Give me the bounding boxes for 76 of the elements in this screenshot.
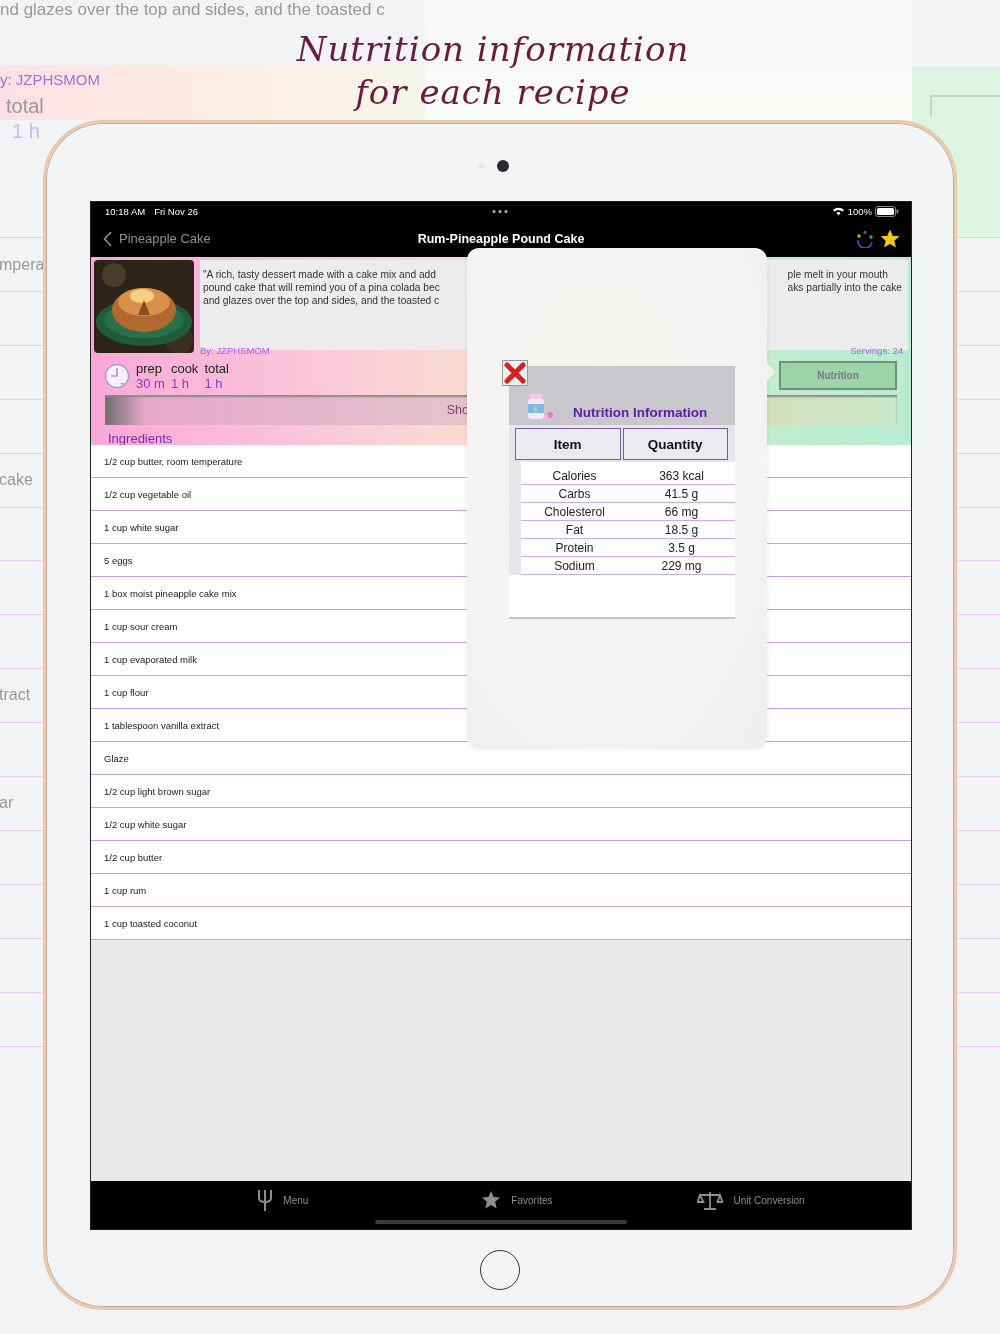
- description-text: ple melt in your mouth: [787, 268, 889, 281]
- wifi-icon: [831, 206, 845, 216]
- back-button[interactable]: Pineapple Cake: [103, 230, 211, 247]
- servings-text: Servings: 24: [850, 345, 903, 358]
- description-text: pound cake that will remind you of a pina colada bec: [203, 281, 440, 294]
- headline-text: for each recipe: [355, 71, 631, 114]
- table-cell-text: 18.5 g: [663, 522, 700, 537]
- close-icon[interactable]: [502, 360, 528, 386]
- tab-item[interactable]: Favorites: [481, 1181, 553, 1219]
- section-heading: Ingredients: [108, 431, 173, 446]
- bottle-icon: [525, 393, 555, 421]
- ingredient-text: 1/2 cup butter: [104, 851, 163, 863]
- ingredient-text: 1/2 cup light brown sugar: [104, 785, 211, 797]
- background-text: 1 h: [12, 120, 40, 143]
- navigation-title: Rum-Pineapple Pound Cake: [416, 232, 586, 246]
- ingredient-text: 1 cup rum: [104, 884, 147, 896]
- ingredient-text: 1 cup sour cream: [104, 620, 178, 632]
- star-icon: [481, 1190, 502, 1210]
- dots-ring-icon: [855, 229, 875, 248]
- popover-arrow: [767, 363, 775, 381]
- ingredient-text: 5 eggs: [104, 554, 133, 566]
- clock-icon: [104, 363, 130, 389]
- ingredient-text: 1 cup flour: [104, 686, 149, 698]
- time-label: prep: [136, 361, 164, 376]
- star-icon[interactable]: [881, 229, 899, 248]
- ingredient-text: 1 box moist pineapple cake mix: [104, 587, 237, 599]
- ingredient-text: 1 tablespoon vanilla extract: [104, 719, 220, 731]
- column-header: Item: [515, 428, 621, 460]
- ingredient-text: 1 cup evaporated milk: [104, 653, 197, 665]
- tab-item[interactable]: Unit Conversion: [697, 1181, 805, 1219]
- time-label: total: [204, 361, 229, 376]
- ingredient-text: Glaze: [104, 752, 129, 764]
- ingredient-text: 1/2 cup white sugar: [104, 818, 187, 830]
- table-cell-text: Carbs: [557, 486, 592, 501]
- card-title: Nutrition Information: [573, 405, 708, 420]
- table-cell-text: 363 kcal: [658, 468, 705, 483]
- tab-item[interactable]: Menu: [257, 1181, 309, 1219]
- table-cell-text: 41.5 g: [663, 486, 700, 501]
- time-value: 30 m: [136, 376, 165, 391]
- background-text: ar: [0, 794, 14, 812]
- headline-text: Nutrition information: [296, 28, 690, 71]
- ingredient-text: 1 cup white sugar: [104, 521, 179, 533]
- table-cell-text: Sodium: [553, 558, 596, 573]
- camera-dot: [497, 160, 509, 172]
- table-cell-text: 66 mg: [663, 504, 700, 519]
- table-cell-text: 229 mg: [660, 558, 703, 573]
- background-text: total: [6, 95, 44, 118]
- status-date: Fri Nov 26: [154, 205, 198, 217]
- description-text: and glazes over the top and sides, and the toasted c: [203, 294, 440, 307]
- description-text: "A rich, tasty dessert made with a cake mix and add: [203, 268, 437, 281]
- table-cell-text: Cholesterol: [543, 504, 606, 519]
- battery-icon: [875, 205, 899, 217]
- back-chevron-icon: [103, 230, 112, 247]
- background-text: y: JZPHSMOM: [0, 71, 100, 88]
- background-text: nd glazes over the top and sides, and the toasted c: [0, 0, 385, 20]
- fork-icon: [257, 1188, 274, 1212]
- table-cell-text: Fat: [564, 522, 585, 537]
- table-cell-text: Calories: [551, 468, 598, 483]
- author-text: By: JZPHSMOM: [200, 345, 270, 358]
- battery-percent: 100%: [847, 205, 872, 217]
- time-value: 1 h: [170, 376, 190, 391]
- ingredient-text: 1/2 cup butter, room temperature: [104, 455, 243, 467]
- time-label: cook: [170, 361, 199, 376]
- more-dots-icon: [491, 209, 509, 214]
- status-time: 10:18 AM: [105, 205, 146, 217]
- scale-icon: [697, 1189, 724, 1211]
- time-value: 1 h: [204, 376, 224, 391]
- background-text: tract: [0, 686, 31, 705]
- background-text: cake: [0, 471, 33, 490]
- table-cell-text: Protein: [554, 540, 595, 555]
- column-header: Quantity: [622, 428, 728, 460]
- table-cell-text: 3.5 g: [667, 540, 696, 555]
- ingredient-text: 1 cup toasted coconut: [104, 917, 197, 929]
- description-text: aks partially into the cake: [787, 281, 902, 294]
- background-text: mpera: [0, 256, 45, 274]
- ingredient-text: 1/2 cup vegetable oil: [104, 488, 192, 500]
